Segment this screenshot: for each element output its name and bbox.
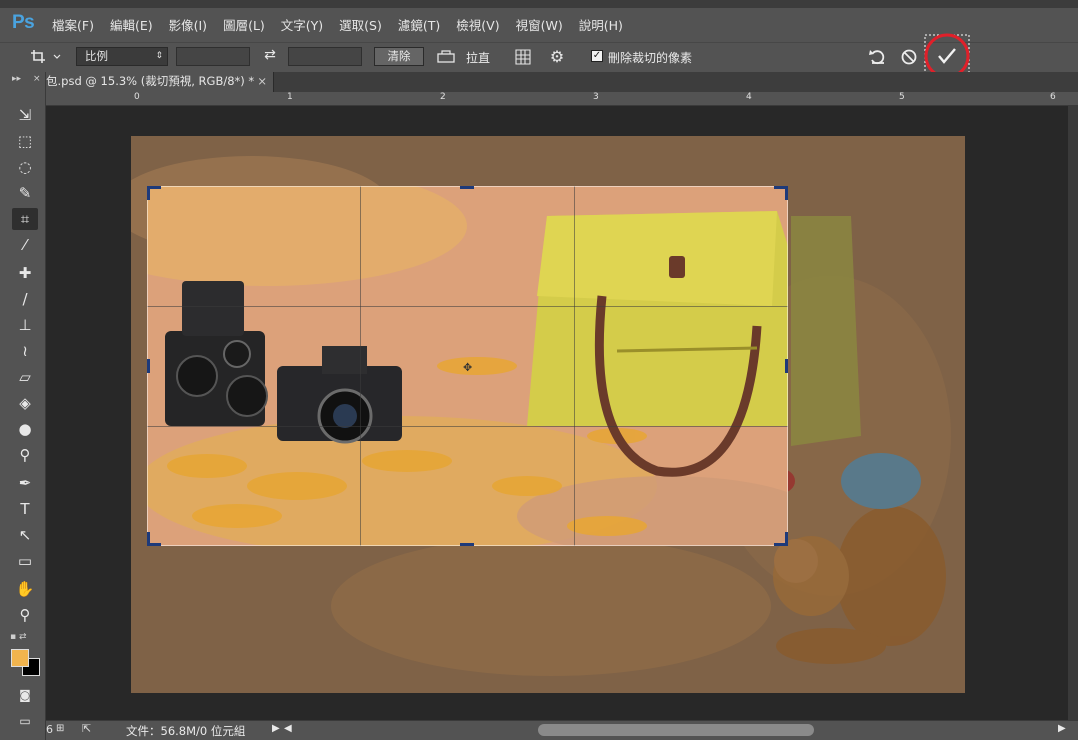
timeline-icon[interactable]: ⊞ xyxy=(56,723,64,734)
menu-filter[interactable]: 濾鏡(T) xyxy=(398,15,440,34)
stamp-tool-icon[interactable]: ⊥ xyxy=(12,314,38,336)
paint-bucket-tool-icon[interactable]: ◈ xyxy=(12,392,38,414)
cancel-icon[interactable] xyxy=(898,46,920,68)
history-brush-tool-icon[interactable]: ≀ xyxy=(12,340,38,362)
ruler-tick: 1 xyxy=(287,92,293,102)
screen-mode-icon[interactable]: ▭ xyxy=(12,710,38,732)
hand-tool-icon[interactable]: ✋ xyxy=(12,578,38,600)
vertical-scrollbar[interactable] xyxy=(1068,106,1078,720)
grid-icon[interactable] xyxy=(512,46,534,68)
close-panel-icon[interactable]: × xyxy=(33,74,43,84)
crop-handle-top-left[interactable] xyxy=(147,186,150,200)
marquee-tool-icon[interactable]: ⬚ xyxy=(12,130,38,152)
crop-handle-top-right[interactable] xyxy=(785,186,788,200)
tool-preset-picker[interactable] xyxy=(28,46,62,66)
ratio-dropdown-label: 比例 xyxy=(85,49,108,63)
document-tab-title: 包.psd @ 15.3% (裁切預視, RGB/8*) * xyxy=(46,74,255,88)
menu-file[interactable]: 檔案(F) xyxy=(52,15,94,34)
crop-icon xyxy=(31,50,61,63)
quick-select-tool-icon[interactable]: ✎ xyxy=(12,182,38,204)
clear-button[interactable]: 清除 xyxy=(374,47,424,66)
ruler-tick: 6 xyxy=(1050,92,1056,102)
document-tab[interactable]: 包.psd @ 15.3% (裁切預視, RGB/8*) * × xyxy=(40,72,274,92)
move-tool-icon[interactable]: ⇲ xyxy=(12,104,38,126)
ruler-tick: 0 xyxy=(134,92,140,102)
scroll-left-icon[interactable]: ◀ xyxy=(284,723,292,734)
menu-image[interactable]: 影像(I) xyxy=(169,15,207,34)
eraser-tool-icon[interactable]: ▱ xyxy=(12,366,38,388)
menu-bar: Ps 檔案(F) 編輯(E) 影像(I) 圖層(L) 文字(Y) 選取(S) 濾… xyxy=(0,0,1078,42)
crop-handle-left[interactable] xyxy=(147,359,150,373)
ratio-dropdown[interactable]: 比例 ⇕ xyxy=(76,47,168,66)
level-icon xyxy=(437,50,455,63)
healing-brush-tool-icon[interactable]: ✚ xyxy=(12,262,38,284)
document-tab-bar: 包.psd @ 15.3% (裁切預視, RGB/8*) * × xyxy=(0,72,1078,92)
crop-handle-top[interactable] xyxy=(460,186,474,189)
ruler-tick: 3 xyxy=(593,92,599,102)
share-icon[interactable]: ⇱ xyxy=(82,722,91,735)
menu-items: 檔案(F) 編輯(E) 影像(I) 圖層(L) 文字(Y) 選取(S) 濾鏡(T… xyxy=(52,15,639,34)
gear-icon[interactable]: ⚙ xyxy=(546,46,568,68)
delete-cropped-label: 刪除裁切的像素 xyxy=(608,51,693,65)
status-menu-arrow-icon[interactable]: ▶ xyxy=(272,723,280,734)
swap-icon[interactable]: ⇄ xyxy=(259,47,281,66)
width-input[interactable] xyxy=(176,47,250,66)
reset-icon[interactable] xyxy=(866,46,890,68)
foreground-color-swatch[interactable] xyxy=(11,649,29,667)
title-strip xyxy=(0,0,1078,8)
menu-window[interactable]: 視窗(W) xyxy=(516,15,563,34)
zoom-tool-icon[interactable]: ⚲ xyxy=(12,604,38,626)
app-logo: Ps xyxy=(12,12,35,33)
crop-handle-right[interactable] xyxy=(785,359,788,373)
menu-view[interactable]: 檢視(V) xyxy=(456,15,499,34)
menu-help[interactable]: 說明(H) xyxy=(579,15,623,34)
straighten-label: 拉直 xyxy=(466,51,491,65)
height-input[interactable] xyxy=(288,47,362,66)
horizontal-ruler: 0 1 2 3 4 5 6 xyxy=(46,92,1078,106)
eyedropper-tool-icon[interactable]: ⁄ xyxy=(12,234,38,256)
status-bar: 6 ⊞ ⇱ 文件：56.8M/0 位元組 ▶ ◀ ▶ xyxy=(46,720,1078,740)
scroll-right-icon[interactable]: ▶ xyxy=(1058,723,1066,734)
horizontal-scrollbar-thumb[interactable] xyxy=(538,724,814,736)
collapse-panel-icon[interactable]: ▸▸ xyxy=(12,74,34,84)
blur-tool-icon[interactable]: ● xyxy=(12,418,38,440)
swap-colors-icon[interactable]: ▪ ⇄ xyxy=(10,632,40,644)
zoom-fragment: 6 xyxy=(46,723,53,736)
close-icon[interactable]: × xyxy=(257,72,267,91)
ruler-tick: 2 xyxy=(440,92,446,102)
ruler-tick: 4 xyxy=(746,92,752,102)
pen-tool-icon[interactable]: ✒ xyxy=(12,472,38,494)
tools-panel: ▸▸ × ⇲ ⬚ ◌ ✎ ⌗ ⁄ ✚ / ⊥ ≀ ▱ ◈ ● ⚲ ✒ T ↖ ▭… xyxy=(0,72,46,740)
dodge-tool-icon[interactable]: ⚲ xyxy=(12,444,38,466)
path-select-tool-icon[interactable]: ↖ xyxy=(12,524,38,546)
ruler-tick: 5 xyxy=(899,92,905,102)
menu-type[interactable]: 文字(Y) xyxy=(281,15,323,34)
crop-handle-bottom-right[interactable] xyxy=(785,532,788,546)
crop-tool-icon[interactable]: ⌗ xyxy=(12,208,38,230)
crop-region[interactable]: ✥ xyxy=(147,186,788,546)
quick-mask-icon[interactable]: ◙ xyxy=(12,684,38,706)
updown-arrows-icon: ⇕ xyxy=(155,51,163,61)
straighten-button[interactable]: 拉直 xyxy=(436,47,494,67)
brush-tool-icon[interactable]: / xyxy=(12,288,38,310)
crop-handle-bottom-left[interactable] xyxy=(147,532,150,546)
menu-edit[interactable]: 編輯(E) xyxy=(110,15,153,34)
type-tool-icon[interactable]: T xyxy=(12,498,38,520)
menu-layer[interactable]: 圖層(L) xyxy=(223,15,265,34)
lasso-tool-icon[interactable]: ◌ xyxy=(12,156,38,178)
delete-cropped-checkbox[interactable]: ✓ xyxy=(591,50,603,62)
file-info: 文件：56.8M/0 位元組 xyxy=(126,724,246,738)
crop-handle-bottom[interactable] xyxy=(460,543,474,546)
checkmark-icon xyxy=(938,48,956,64)
rectangle-tool-icon[interactable]: ▭ xyxy=(12,550,38,572)
menu-select[interactable]: 選取(S) xyxy=(339,15,382,34)
options-bar: 比例 ⇕ ⇄ 清除 拉直 ⚙ ✓ 刪除裁切的像素 xyxy=(0,33,1078,79)
crop-center-icon: ✥ xyxy=(463,361,473,374)
